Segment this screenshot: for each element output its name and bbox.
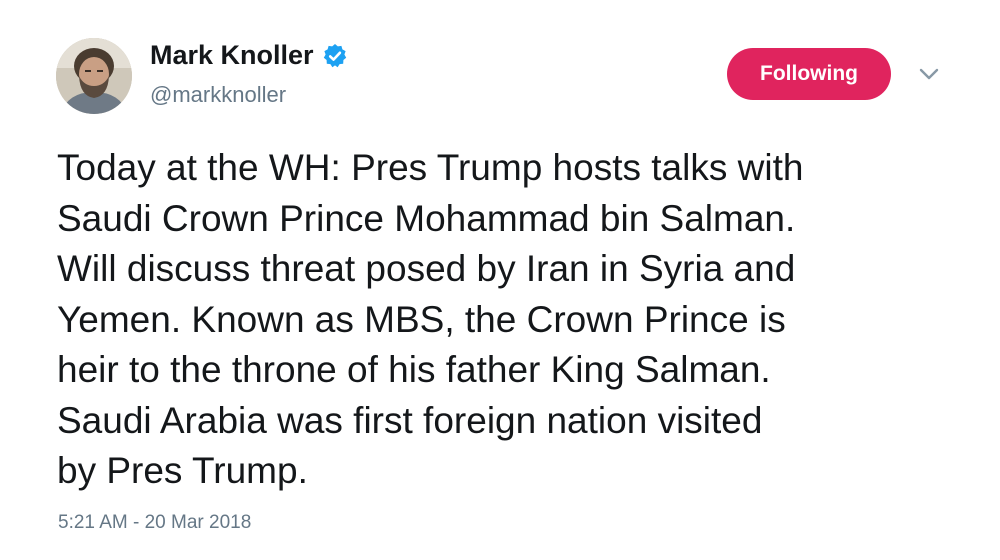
verified-badge-icon (323, 43, 346, 67)
author-handle[interactable]: @markknoller (150, 82, 286, 108)
tweet-card: Mark Knoller @markknoller Following Toda… (0, 0, 1000, 560)
author-name[interactable]: Mark Knoller (150, 40, 314, 71)
following-button[interactable]: Following (727, 48, 891, 100)
author-name-row[interactable]: Mark Knoller (150, 40, 348, 71)
tweet-timestamp[interactable]: 5:21 AM - 20 Mar 2018 (58, 512, 251, 534)
tweet-text: Today at the WH: Pres Trump hosts talks … (57, 147, 804, 491)
avatar[interactable] (56, 38, 132, 114)
chevron-down-icon[interactable] (918, 66, 940, 82)
avatar-image (56, 38, 132, 114)
